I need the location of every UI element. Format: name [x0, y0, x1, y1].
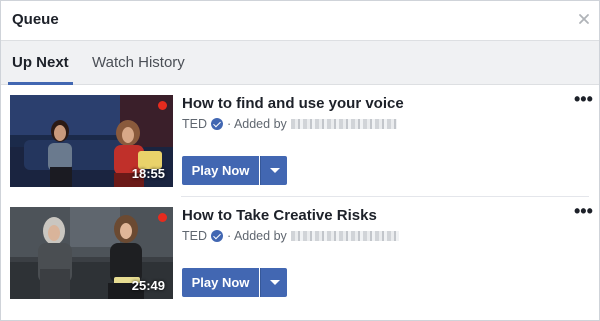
active-tab-indicator: [8, 82, 73, 85]
tab-watch-history[interactable]: Watch History: [92, 41, 185, 84]
video-meta: TED · Added by: [182, 229, 399, 243]
play-options-dropdown-button[interactable]: [260, 268, 287, 297]
play-now-button[interactable]: Play Now: [182, 268, 259, 297]
video-thumbnail[interactable]: 18:55: [10, 95, 173, 187]
more-options-icon[interactable]: •••: [574, 202, 593, 220]
play-controls: Play Now: [182, 268, 287, 297]
queue-list-item: 18:55 How to find and use your voice •••…: [1, 90, 599, 207]
panel-title: Queue: [12, 11, 59, 28]
play-controls: Play Now: [182, 156, 287, 185]
added-by-label: · Added by: [227, 117, 287, 131]
video-meta: TED · Added by: [182, 117, 397, 131]
queue-tabs: Up Next Watch History: [1, 41, 599, 85]
caret-down-icon: [270, 280, 280, 285]
channel-name[interactable]: TED: [182, 229, 207, 243]
video-thumbnail[interactable]: 25:49: [10, 207, 173, 299]
tab-up-next[interactable]: Up Next: [8, 41, 73, 85]
caret-down-icon: [270, 168, 280, 173]
added-by-label: · Added by: [227, 229, 287, 243]
tab-label: Watch History: [92, 54, 185, 71]
video-title[interactable]: How to find and use your voice: [182, 95, 404, 112]
item-divider: [181, 196, 589, 197]
queue-header: Queue: [1, 1, 599, 41]
queue-list-item: 25:49 How to Take Creative Risks ••• TED…: [1, 202, 599, 319]
video-title[interactable]: How to Take Creative Risks: [182, 207, 377, 224]
blurred-username: [290, 231, 399, 241]
video-duration: 18:55: [131, 166, 165, 181]
more-options-icon[interactable]: •••: [574, 90, 593, 108]
ted-logo-icon: [158, 213, 167, 222]
close-icon[interactable]: [575, 10, 593, 28]
blurred-username: [290, 119, 397, 129]
tab-label: Up Next: [12, 54, 69, 71]
channel-name[interactable]: TED: [182, 117, 207, 131]
verified-badge-icon: [211, 118, 223, 130]
queue-panel: Queue Up Next Watch History 18:55 How to…: [0, 0, 600, 321]
verified-badge-icon: [211, 230, 223, 242]
play-now-button[interactable]: Play Now: [182, 156, 259, 185]
video-duration: 25:49: [131, 278, 165, 293]
ted-logo-icon: [158, 101, 167, 110]
play-options-dropdown-button[interactable]: [260, 156, 287, 185]
